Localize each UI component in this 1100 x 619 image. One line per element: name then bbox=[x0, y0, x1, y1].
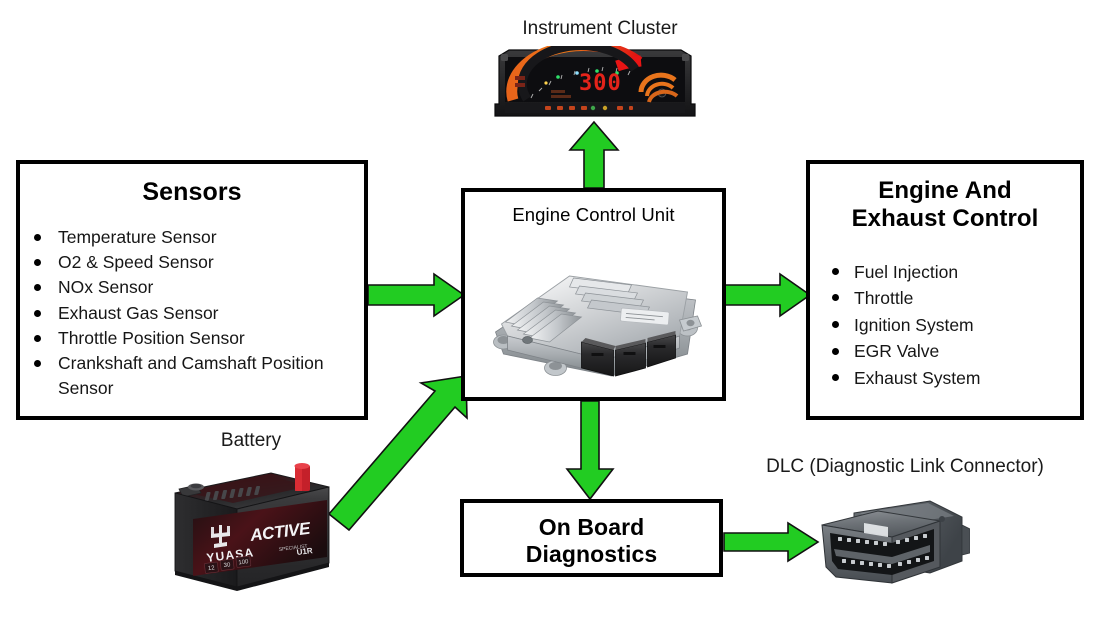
ecu-module-image bbox=[481, 236, 706, 386]
list-item: Crankshaft and Camshaft Position Sensor bbox=[20, 351, 364, 401]
list-item: Throttle bbox=[810, 285, 1080, 312]
engine-exhaust-list: Fuel Injection Throttle Ignition System … bbox=[810, 259, 1080, 392]
instrument-cluster-label: Instrument Cluster bbox=[522, 18, 678, 39]
engine-and-exhaust-control-box: Engine And Exhaust Control Fuel Injectio… bbox=[806, 160, 1084, 420]
cluster-digital-readout: 300 bbox=[579, 71, 622, 96]
arrow-sensors-to-ecu bbox=[366, 272, 466, 318]
battery-image: YUASA ACTIVE SPECIALIST U1R 12 30 100 bbox=[167, 459, 335, 597]
engine-exhaust-title-line1: Engine And bbox=[878, 177, 1012, 204]
list-item: Exhaust System bbox=[810, 365, 1080, 392]
list-item: Temperature Sensor bbox=[20, 225, 364, 250]
engine-control-unit-box: Engine Control Unit bbox=[461, 188, 726, 401]
ecu-title: Engine Control Unit bbox=[512, 204, 675, 225]
dlc-label: DLC (Diagnostic Link Connector) bbox=[766, 456, 1044, 477]
sensors-box: Sensors Temperature Sensor O2 & Speed Se… bbox=[16, 160, 368, 420]
sensors-list: Temperature Sensor O2 & Speed Sensor NOx… bbox=[20, 225, 364, 401]
arrow-ecu-to-engine-exhaust bbox=[722, 272, 812, 318]
list-item: O2 & Speed Sensor bbox=[20, 250, 364, 275]
instrument-cluster-image: 300 bbox=[489, 40, 701, 120]
sensors-title: Sensors bbox=[142, 178, 242, 206]
engine-exhaust-title-line2: Exhaust Control bbox=[851, 204, 1039, 232]
engine-exhaust-title: Engine And Exhaust Control bbox=[810, 177, 1080, 233]
dlc-connector-image bbox=[812, 495, 971, 593]
list-item: Fuel Injection bbox=[810, 259, 1080, 286]
obd-title: On Board Diagnostics bbox=[464, 514, 719, 567]
obd-title-line1: On Board bbox=[538, 514, 645, 540]
arrow-ecu-to-obd bbox=[561, 399, 619, 501]
battery-label: Battery bbox=[220, 430, 282, 451]
on-board-diagnostics-box: On Board Diagnostics bbox=[460, 499, 723, 577]
list-item: Exhaust Gas Sensor bbox=[20, 301, 364, 326]
list-item: EGR Valve bbox=[810, 338, 1080, 365]
arrow-ecu-to-instrument-cluster bbox=[566, 120, 622, 190]
list-item: NOx Sensor bbox=[20, 275, 364, 300]
diagram-canvas: Instrument Cluster 300 Sensors Temperatu… bbox=[0, 0, 1100, 619]
list-item: Ignition System bbox=[810, 312, 1080, 339]
obd-title-line2: Diagnostics bbox=[525, 540, 658, 567]
arrow-obd-to-dlc bbox=[722, 521, 820, 563]
list-item: Throttle Position Sensor bbox=[20, 326, 364, 351]
